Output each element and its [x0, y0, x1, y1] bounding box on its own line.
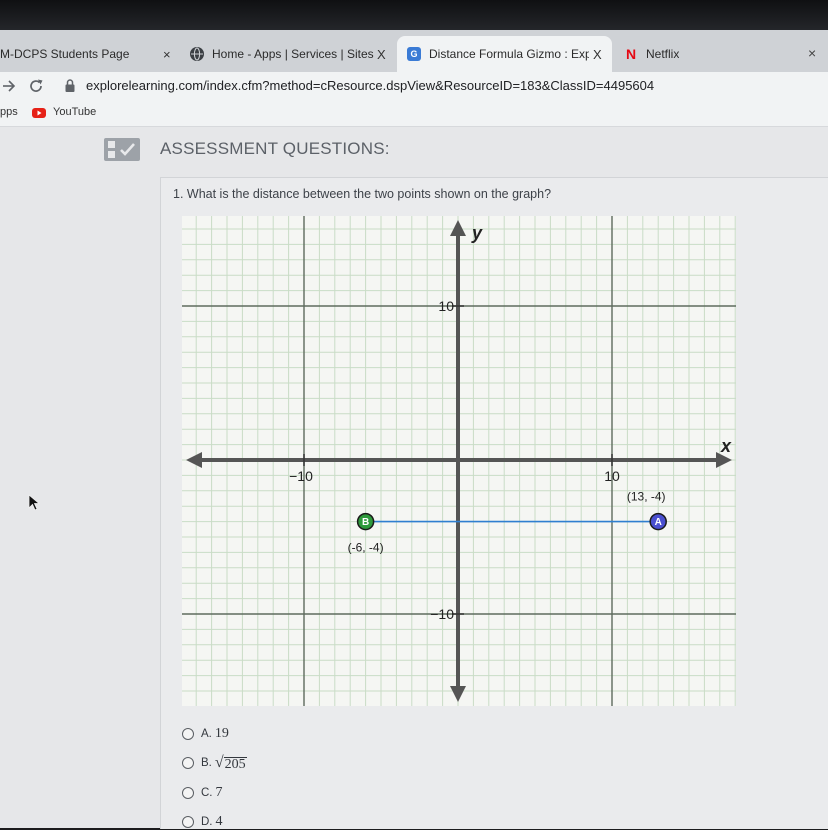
choice-letter: A. [201, 728, 212, 740]
coordinate-graph: −10 10 10 −10 x y B (-6, -4) A (13, -4) [182, 216, 736, 706]
choice-value: 205 [223, 757, 247, 772]
address-bar-url[interactable]: explorelearning.com/index.cfm?method=cRe… [86, 78, 654, 93]
radio-choice-c[interactable] [182, 787, 194, 799]
browser-toolbar: explorelearning.com/index.cfm?method=cRe… [0, 72, 828, 100]
choice-b[interactable]: B. √ 205 [182, 754, 247, 772]
tab-close-icon[interactable]: × [163, 47, 171, 62]
point-b-letter: B [362, 517, 369, 528]
choice-a[interactable]: A. 19 [182, 726, 229, 742]
y-axis-label: y [471, 223, 483, 243]
radio-choice-d[interactable] [182, 816, 194, 828]
tab-distance-formula-gizmo[interactable]: G Distance Formula Gizmo : Expl X [397, 36, 612, 72]
tab-label: Netflix [646, 47, 680, 61]
radical-sign: √ [214, 754, 224, 771]
choice-value: 7 [215, 785, 223, 800]
bookmark-apps[interactable]: pps [0, 106, 18, 118]
radio-choice-a[interactable] [182, 728, 194, 740]
mouse-cursor-icon [28, 494, 41, 511]
tab-mdcps[interactable]: M-DCPS Students Page × [0, 36, 178, 72]
tab-close-icon[interactable]: X [593, 47, 602, 62]
tab-label: M-DCPS Students Page [0, 47, 130, 61]
tab-label: Home - Apps | Services | Sites [212, 47, 374, 61]
screen-bezel [0, 0, 828, 30]
x-axis-label: x [720, 436, 732, 456]
sqrt-expression: √ 205 [215, 754, 247, 772]
assessment-header-title: ASSESSMENT QUESTIONS: [160, 139, 390, 158]
tick-label-x-pos10: 10 [604, 468, 620, 484]
tick-label-x-neg10: −10 [289, 468, 313, 484]
tab-label: Distance Formula Gizmo : Expl [429, 47, 589, 61]
youtube-icon [32, 108, 46, 118]
close-window-icon[interactable]: × [808, 45, 816, 61]
point-a-coord-label: (13, -4) [627, 490, 666, 504]
reload-icon[interactable] [28, 78, 44, 94]
forward-icon[interactable] [2, 79, 16, 93]
choice-letter: B. [201, 757, 212, 769]
bookmarks-bar: pps YouTube [0, 100, 828, 127]
tab-close-icon[interactable]: X [377, 47, 386, 62]
tick-label-y-pos10: 10 [438, 298, 454, 314]
choice-value: 19 [214, 726, 229, 741]
assessment-checklist-icon [104, 138, 140, 161]
tab-netflix[interactable]: N Netflix [624, 36, 744, 72]
point-b-coord-label: (-6, -4) [348, 541, 384, 555]
netflix-icon: N [625, 46, 637, 62]
choice-c[interactable]: C. 7 [182, 785, 223, 801]
choice-letter: D. [201, 816, 213, 828]
point-a-letter: A [655, 517, 662, 528]
globe-icon [190, 47, 204, 61]
tab-home-apps[interactable]: Home - Apps | Services | Sites X [190, 36, 395, 72]
choice-letter: C. [201, 787, 213, 799]
tick-label-y-neg10: −10 [430, 606, 454, 622]
bookmark-youtube[interactable]: YouTube [53, 106, 96, 118]
browser-tab-bar: M-DCPS Students Page × Home - Apps | Ser… [0, 30, 828, 72]
radio-choice-b[interactable] [182, 757, 194, 769]
gizmo-icon: G [407, 47, 421, 61]
question-text: 1. What is the distance between the two … [173, 187, 552, 201]
lock-icon [65, 79, 75, 92]
